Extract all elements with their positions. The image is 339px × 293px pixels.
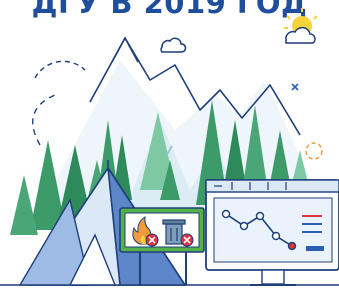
sun-cloud-icon [284, 8, 318, 44]
eco-camping-scene [0, 8, 339, 286]
cloud-icon [160, 37, 187, 53]
monitor-icon [205, 179, 339, 286]
dashed-circle-icon [34, 60, 86, 79]
cross-sparkle-icon [291, 83, 299, 91]
prohibited-icon [145, 233, 159, 247]
dashed-arc [32, 94, 56, 146]
prohibited-icon [180, 233, 194, 247]
dashed-circle-icon [305, 142, 323, 160]
illustration: ДГУ В 2019 ГОД [0, 0, 339, 293]
